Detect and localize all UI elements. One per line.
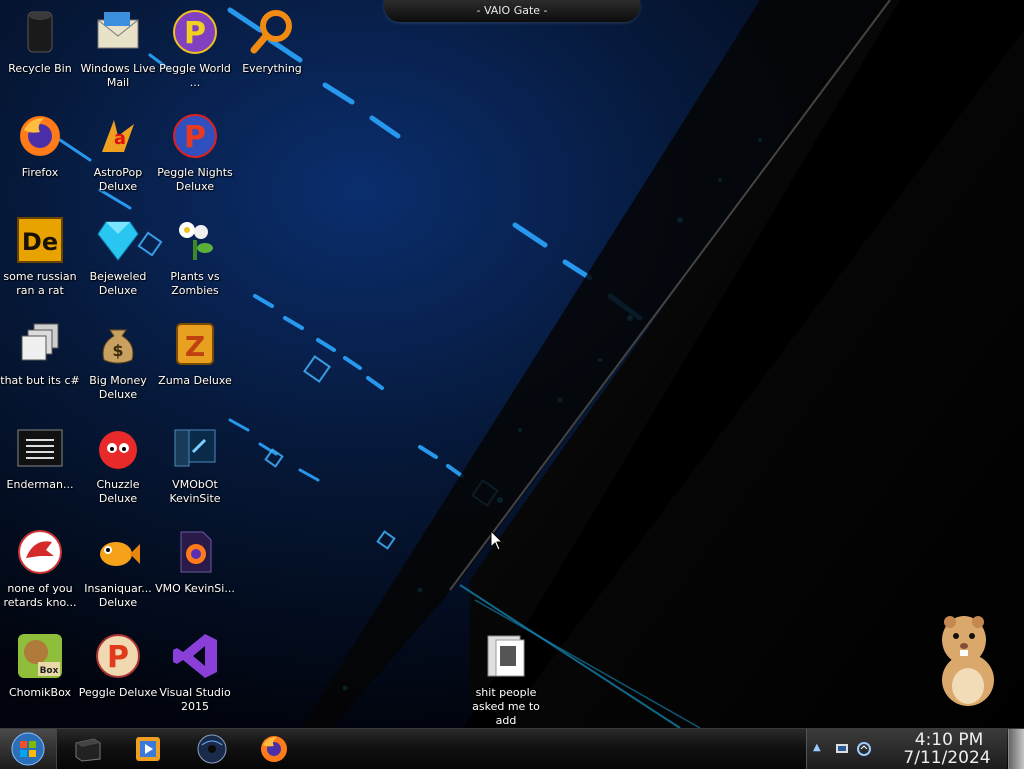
desktop-icon-insaniquarium-deluxe[interactable]: Insaniquar... Deluxe: [78, 528, 158, 610]
dvd-player-icon: [197, 734, 227, 764]
taskbar-firefox[interactable]: [258, 733, 290, 765]
desktop-icon-label: Big Money Deluxe: [89, 374, 147, 401]
gem-icon: [94, 216, 142, 264]
svg-text:P: P: [184, 16, 206, 51]
goldfish-icon: [94, 528, 142, 576]
vaio-gate-bar[interactable]: - VAIO Gate -: [384, 0, 640, 22]
desktop-icon-peggle-world[interactable]: P Peggle World ...: [155, 8, 235, 90]
desktop-icon-chuzzle-deluxe[interactable]: Chuzzle Deluxe: [78, 424, 158, 506]
desktop-icon-label: Peggle Nights Deluxe: [157, 166, 233, 193]
desktop-icon-big-money-deluxe[interactable]: $ Big Money Deluxe: [78, 320, 158, 402]
desktop-icon-label: Insaniquar... Deluxe: [84, 582, 152, 609]
money-bag-icon: $: [94, 320, 142, 368]
desktop-icon-label: shit people asked me to add: [472, 686, 540, 727]
show-hidden-icons-arrow-icon[interactable]: ▲: [813, 742, 821, 753]
desktop-icon-label: AstroPop Deluxe: [93, 166, 143, 193]
taskbar-media-center[interactable]: [72, 733, 104, 765]
desktop-icon-label: Peggle Deluxe: [78, 686, 158, 699]
taskbar-dvd-player[interactable]: [196, 733, 228, 765]
mouse-cursor-icon: [490, 530, 504, 551]
mail-icon: [94, 8, 142, 56]
peggle-icon: P: [171, 8, 219, 56]
desktop-icon-plants-vs-zombies[interactable]: Plants vs Zombies: [155, 216, 235, 298]
peggle-icon: P: [171, 112, 219, 160]
svg-text:P: P: [184, 120, 206, 155]
desktop-icon-label: Visual Studio 2015: [159, 686, 231, 713]
peggle-icon: P: [94, 632, 142, 680]
de-app-icon: De: [16, 216, 64, 264]
desktop-icon-label: Plants vs Zombies: [170, 270, 220, 297]
desktop-icon-none-of-you[interactable]: none of you retards kno...: [0, 528, 80, 610]
desktop-icon-peggle-deluxe[interactable]: P Peggle Deluxe: [78, 632, 158, 700]
desktop-icon-label: Bejeweled Deluxe: [89, 270, 147, 297]
desktop-icon-label: Recycle Bin: [8, 62, 72, 75]
visual-studio-icon: [171, 632, 219, 680]
zuma-icon: Z: [171, 320, 219, 368]
media-center-icon: [75, 738, 101, 762]
firefox-icon: [261, 736, 287, 762]
desktop-icon-astropop-deluxe[interactable]: a AstroPop Deluxe: [78, 112, 158, 194]
media-player-icon: [136, 737, 160, 761]
action-center-icon[interactable]: [835, 742, 849, 756]
system-tray: ▲ 4:10 PM 7/11/2024: [806, 729, 1007, 769]
vaio-gate-title: - VAIO Gate -: [476, 4, 548, 17]
desktop-icon-label: none of you retards kno...: [3, 582, 77, 609]
desktop-icon-label: Zuma Deluxe: [158, 374, 232, 387]
desktop-icon-label: ChomikBox: [9, 686, 71, 699]
svg-text:Z: Z: [185, 330, 205, 363]
desktop-icon-chomikbox[interactable]: Box ChomikBox: [0, 632, 80, 700]
desktop-icon-label: VMObOt KevinSite: [169, 478, 221, 505]
clock-date[interactable]: 7/11/2024: [885, 749, 1009, 767]
desktop-icon-label: Chuzzle Deluxe: [96, 478, 140, 505]
desktop-icon-folder[interactable]: shit people asked me to add: [466, 632, 546, 728]
chuzzle-icon: [94, 424, 142, 472]
desktop-icon-enderman[interactable]: Enderman...: [0, 424, 80, 492]
desktop-icon-label: Firefox: [21, 166, 59, 179]
desktop-icon-label: VMO KevinSi...: [155, 582, 235, 595]
desktop-icon-label: that but its c#: [0, 374, 80, 387]
folder-icon: [482, 632, 530, 680]
taskbar: ▲ 4:10 PM 7/11/2024: [0, 728, 1024, 769]
desktop-icon-vmo-kevinsite[interactable]: VMO KevinSi...: [155, 528, 235, 596]
network-icon[interactable]: [857, 742, 871, 756]
dino-app-icon: [16, 528, 64, 576]
svg-text:P: P: [107, 640, 129, 675]
astropop-icon: a: [94, 112, 142, 160]
desktop-icon-some-russian-ran-a-rat[interactable]: De some russian ran a rat: [0, 216, 80, 298]
show-desktop-button[interactable]: [1008, 729, 1024, 769]
flower-icon: [171, 216, 219, 264]
svg-text:Box: Box: [40, 666, 59, 676]
svg-text:$: $: [112, 341, 123, 360]
taskbar-media-player[interactable]: [132, 733, 164, 765]
console-window-icon: [16, 424, 64, 472]
desktop-icon-label: Windows Live Mail: [80, 62, 156, 89]
start-button[interactable]: [0, 729, 57, 769]
svg-text:a: a: [114, 128, 126, 149]
firefox-document-icon: [171, 528, 219, 576]
desktop-icon-windows-live-mail[interactable]: Windows Live Mail: [78, 8, 158, 90]
windows-orb-icon: [11, 732, 45, 766]
desktop-icon-label: Peggle World ...: [159, 62, 231, 89]
desktop-icon-zuma-deluxe[interactable]: Z Zuma Deluxe: [155, 320, 235, 388]
svg-text:De: De: [22, 228, 58, 256]
clock-time[interactable]: 4:10 PM: [897, 731, 1001, 749]
desktop-icon-bejeweled-deluxe[interactable]: Bejeweled Deluxe: [78, 216, 158, 298]
magnifier-icon: [248, 8, 296, 56]
desktop-icon-visual-studio-2015[interactable]: Visual Studio 2015: [155, 632, 235, 714]
shortcut-screen-icon: [171, 424, 219, 472]
desktop-icon-everything[interactable]: Everything: [232, 8, 312, 76]
desktop-icon-label: Enderman...: [6, 478, 74, 491]
firefox-icon: [16, 112, 64, 160]
hamster-gadget[interactable]: [920, 606, 1010, 710]
recycle-bin-icon: [16, 8, 64, 56]
desktop-icon-that-but-its-csharp[interactable]: that but its c#: [0, 320, 80, 388]
chomikbox-icon: Box: [16, 632, 64, 680]
desktop-icon-recycle-bin[interactable]: Recycle Bin: [0, 8, 80, 76]
copy-files-icon: [16, 320, 64, 368]
desktop-icon-label: Everything: [242, 62, 302, 75]
desktop-icon-vmobot-kevinsite[interactable]: VMObOt KevinSite: [155, 424, 235, 506]
desktop-icon-peggle-nights-deluxe[interactable]: P Peggle Nights Deluxe: [155, 112, 235, 194]
desktop-icon-firefox[interactable]: Firefox: [0, 112, 80, 180]
desktop-icon-label: some russian ran a rat: [3, 270, 77, 297]
